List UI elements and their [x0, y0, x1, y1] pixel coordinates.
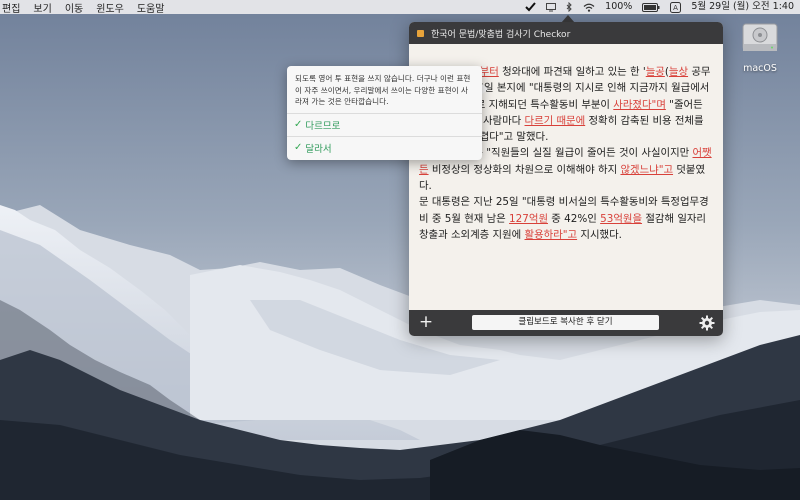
popover-title: 한국어 문법/맞춤법 검사기 Checkor [431, 29, 571, 40]
battery-percent: 100% [605, 1, 633, 12]
menubar-clock[interactable]: 5월 29일 (월) 오전 1:40 [691, 0, 794, 14]
suggestion-option-label: 달라서 [305, 143, 332, 155]
popover-title-bar: 한국어 문법/맞춤법 검사기 Checkor [409, 22, 723, 44]
popover-footer: + 클립보드로 복사한 후 닫기 [409, 310, 723, 336]
checkor-menubar-icon[interactable] [525, 2, 536, 12]
flagged-word[interactable]: 활용하라"고 [525, 229, 578, 241]
suggestion-option[interactable]: ✓ 다르므로 [287, 113, 482, 135]
add-icon[interactable]: + [418, 314, 434, 331]
check-icon: ✓ [294, 142, 303, 153]
bluetooth-icon[interactable] [566, 2, 573, 12]
suggestion-popup: 되도록 영어 투 표현을 쓰지 않습니다. 더구나 이런 표현이 자주 쓰이면서… [287, 66, 482, 160]
flagged-word[interactable]: 127억원 [509, 213, 548, 225]
menu-edit[interactable]: 편집 [2, 0, 20, 15]
suggestion-option[interactable]: ✓ 달라서 [287, 136, 482, 158]
flagged-word[interactable]: 늘상 [669, 66, 688, 78]
suggestion-option-label: 다르므로 [305, 120, 341, 132]
menu-view[interactable]: 보기 [33, 0, 51, 15]
text-segment: 지시했다. [577, 228, 622, 241]
text-segment: 청와대에 파견돼 일하고 있는 한 ' [498, 66, 646, 78]
check-icon: ✓ [294, 119, 303, 130]
display-icon[interactable] [546, 2, 557, 12]
flagged-word[interactable]: 53억원을 [600, 213, 642, 225]
flagged-word[interactable]: 않겠느냐"고 [620, 164, 673, 176]
flagged-word[interactable]: 늘공 [646, 66, 665, 78]
copy-close-button[interactable]: 클립보드로 복사한 후 닫기 [472, 315, 659, 330]
suggestion-description: 되도록 영어 투 표현을 쓰지 않습니다. 더구나 이런 표현이 자주 쓰이면서… [295, 74, 471, 106]
menu-window[interactable]: 윈도우 [96, 0, 124, 15]
menu-go[interactable]: 이동 [65, 0, 83, 15]
text-segment: 중 42%인 [548, 212, 601, 225]
gear-icon[interactable] [699, 315, 715, 331]
menu-bar: 편집 보기 이동 윈도우 도움말 100% A 5월 29일 (월) 오전 1:… [0, 0, 800, 15]
battery-icon[interactable] [642, 2, 660, 12]
hard-drive-icon[interactable] [741, 20, 779, 58]
wifi-icon[interactable] [583, 3, 595, 12]
flagged-word[interactable]: 사라졌다"며 [613, 99, 666, 111]
svg-text:A: A [673, 4, 678, 12]
app-badge-icon [417, 29, 424, 37]
text-segment: 비정상의 정상화의 차원으로 이해해야 하지 [428, 163, 621, 176]
input-source-icon[interactable]: A [670, 1, 682, 13]
hard-drive-label: macOS [743, 63, 777, 74]
flagged-word[interactable]: 다르기 때문에 [525, 115, 586, 127]
menu-help[interactable]: 도움말 [137, 0, 165, 15]
